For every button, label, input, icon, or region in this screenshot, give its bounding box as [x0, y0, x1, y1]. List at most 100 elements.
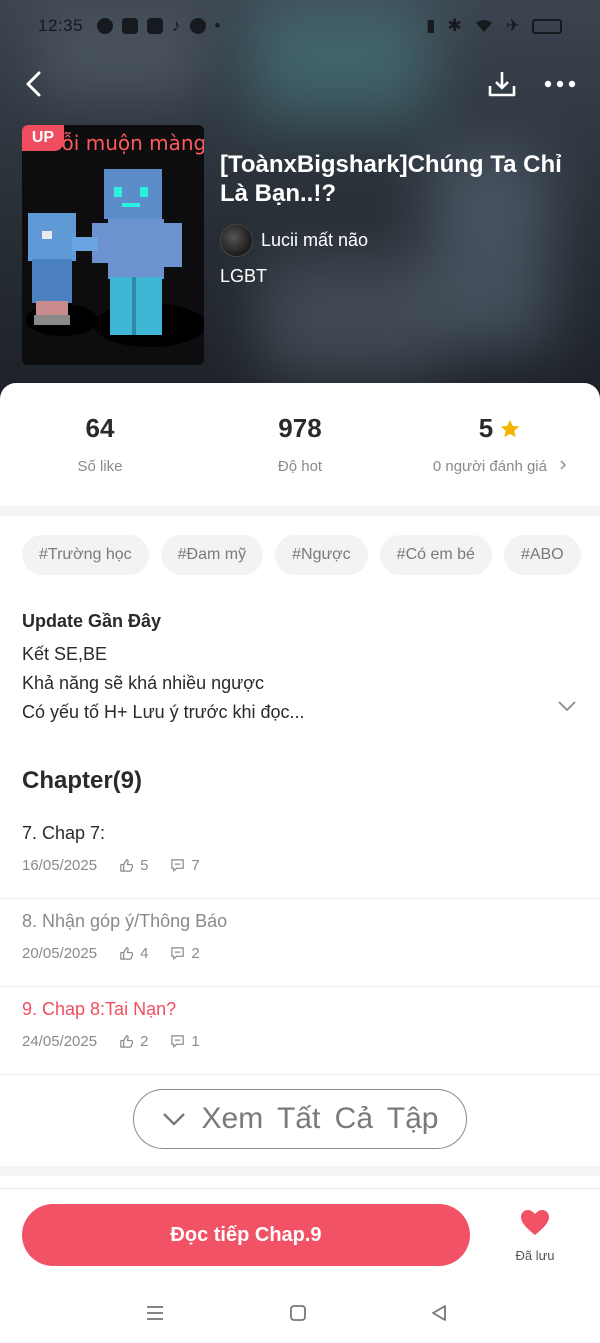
- wifi-icon: [475, 19, 492, 32]
- home-square-icon: [290, 1305, 306, 1321]
- system-back-button[interactable]: [426, 1300, 452, 1326]
- tag-list: #Trường học #Đam mỹ #Ngược #Có em bé #AB…: [22, 535, 581, 575]
- see-all-label: Xem Tất Cả Tập: [201, 1102, 439, 1135]
- comment-icon: [171, 1035, 185, 1048]
- back-button[interactable]: [18, 66, 48, 102]
- back-triangle-icon: [432, 1305, 446, 1321]
- download-icon: [488, 72, 516, 97]
- stat-rating-value-row: 5: [400, 413, 600, 444]
- chapter-meta: 20/05/2025 4 2: [22, 945, 200, 962]
- continue-reading-button[interactable]: Đọc tiếp Chap.9: [22, 1204, 470, 1266]
- recent-apps-button[interactable]: [142, 1300, 168, 1326]
- chapter-date: 16/05/2025: [22, 857, 98, 874]
- chapter-title: 7. Chap 7:: [22, 823, 106, 843]
- comment-icon: [171, 859, 185, 872]
- chevron-down-icon: [162, 1113, 185, 1126]
- chapter-likes: 2: [140, 1033, 149, 1050]
- update-badge: UP: [22, 125, 64, 151]
- chapter-item[interactable]: 8. Nhận góp ý/Thông Báo 20/05/2025 4 2: [0, 899, 600, 987]
- update-line: Kết SE,BE: [22, 644, 108, 664]
- chapter-comments: 1: [191, 1033, 200, 1050]
- tag-chip[interactable]: #ABO: [503, 535, 581, 575]
- see-all-chapters-button[interactable]: Xem Tất Cả Tập: [133, 1089, 467, 1149]
- save-library-button[interactable]: Đã lưu: [500, 1209, 570, 1263]
- chapter-title: 9. Chap 8:Tai Nạn?: [22, 999, 177, 1019]
- chevron-right-icon: [560, 460, 567, 470]
- book-cover[interactable]: lỗi muộn màng: [22, 125, 204, 365]
- background-blur: [260, 260, 440, 380]
- section-divider: [0, 1166, 600, 1176]
- book-detail-card: 64 Số like 978 Độ hot 5 0 người đánh giá…: [0, 383, 600, 1343]
- bluetooth-icon: ✱: [447, 16, 462, 35]
- thumbs-up-icon: [120, 859, 134, 872]
- tag-chip[interactable]: #Trường học: [22, 535, 149, 575]
- tag-chip[interactable]: #Ngược: [275, 535, 368, 575]
- more-icon: [544, 80, 576, 88]
- menu-icon: [147, 1306, 163, 1320]
- stat-rating-label-row: 0 người đánh giá: [400, 458, 600, 475]
- tiktok-icon: ♪: [172, 16, 181, 35]
- messenger-icon: [97, 18, 114, 34]
- stat-hot-label: Độ hot: [277, 458, 323, 475]
- vibrate-icon: ▮: [426, 16, 436, 35]
- comment-icon: [171, 947, 185, 960]
- stat-rating[interactable]: 5 0 người đánh giá: [400, 413, 600, 475]
- author-link[interactable]: Lucii mất não: [220, 224, 368, 257]
- chapters-heading: Chapter(9): [22, 767, 143, 794]
- more-notifications-icon: •: [214, 16, 221, 35]
- expand-description-button[interactable]: [556, 695, 578, 717]
- stat-likes-value: 64: [85, 413, 115, 443]
- book-genre[interactable]: LGBT: [220, 266, 267, 287]
- status-bar: 12:35 ♪ • ▮ ✱ ✈: [0, 0, 600, 52]
- download-button[interactable]: [484, 66, 520, 102]
- stat-rating-value: 5: [478, 413, 494, 443]
- thumbs-up-icon: [120, 947, 134, 960]
- battery-icon: [532, 18, 562, 34]
- more-options-button[interactable]: [540, 66, 580, 102]
- chapter-comments: 7: [191, 857, 200, 874]
- stat-likes-label: Số like: [77, 458, 123, 475]
- system-icons: ▮ ✱ ✈: [426, 16, 562, 36]
- chapter-item[interactable]: 7. Chap 7: 16/05/2025 5 7: [0, 811, 600, 899]
- star-icon: [501, 419, 520, 437]
- book-header: 12:35 ♪ • ▮ ✱ ✈ lỗi muộn màng UP [ToànxB…: [0, 0, 600, 400]
- chapter-date: 24/05/2025: [22, 1033, 98, 1050]
- bottom-bar-divider: [0, 1188, 600, 1189]
- chevron-down-icon: [558, 701, 576, 711]
- cover-art: [22, 125, 204, 365]
- stat-hot-value: 978: [278, 413, 322, 443]
- chapter-meta: 16/05/2025 5 7: [22, 857, 200, 874]
- stat-likes: 64 Số like: [0, 413, 200, 475]
- thumbs-up-icon: [120, 1035, 134, 1048]
- home-button[interactable]: [285, 1300, 311, 1326]
- chapter-title: 8. Nhận góp ý/Thông Báo: [22, 911, 228, 931]
- facebook-icon: [122, 18, 139, 34]
- app-icon: [147, 18, 164, 34]
- app-icon: [189, 18, 206, 34]
- heart-icon: [521, 1210, 549, 1235]
- stat-rating-label: 0 người đánh giá: [432, 458, 547, 475]
- section-divider: [0, 506, 600, 516]
- recent-update[interactable]: Update Gần Đây Kết SE,BE Khả năng sẽ khá…: [22, 611, 578, 727]
- system-navigation-bar: [0, 1290, 600, 1336]
- tag-chip[interactable]: #Đam mỹ: [160, 535, 264, 575]
- book-title: [ToànxBigshark]Chúng Ta Chỉ Là Bạn..!?: [220, 151, 562, 207]
- airplane-icon: ✈: [505, 16, 520, 35]
- author-name: Lucii mất não: [261, 230, 369, 250]
- chapter-item[interactable]: 9. Chap 8:Tai Nạn? 24/05/2025 2 1: [0, 987, 600, 1075]
- update-line: Khả năng sẽ khá nhiều ngược: [22, 673, 265, 693]
- status-time: 12:35: [38, 16, 84, 35]
- chapter-comments: 2: [191, 945, 200, 962]
- chapter-likes: 5: [140, 857, 149, 874]
- update-title: Update Gần Đây: [22, 611, 162, 631]
- tag-chip[interactable]: #Có em bé: [379, 535, 492, 575]
- update-line: Có yếu tố H+ Lưu ý trước khi đọc...: [22, 702, 305, 722]
- stats-row: 64 Số like 978 Độ hot 5 0 người đánh giá: [0, 413, 600, 508]
- saved-label: Đã lưu: [515, 1248, 555, 1263]
- stat-hot: 978 Độ hot: [200, 413, 400, 475]
- chapter-likes: 4: [140, 945, 149, 962]
- back-icon: [26, 71, 41, 97]
- cover-title-text: lỗi muộn màng: [56, 131, 204, 155]
- top-navigation: [0, 60, 600, 108]
- notification-icons: ♪ •: [97, 16, 221, 36]
